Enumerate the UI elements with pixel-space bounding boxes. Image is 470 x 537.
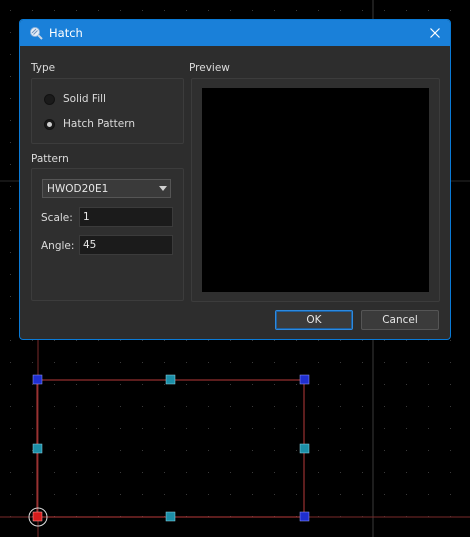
grip-mid-bottom[interactable] <box>165 511 176 522</box>
hatch-dialog: Hatch Type Solid Fill Hatch Pattern Patt… <box>19 19 451 340</box>
grip-mid-right[interactable] <box>299 443 310 454</box>
pattern-select[interactable]: HWOD20E1 <box>42 179 171 198</box>
dialog-title: Hatch <box>49 26 83 40</box>
radio-button[interactable] <box>44 93 55 105</box>
close-icon <box>430 28 440 38</box>
scale-input[interactable] <box>79 207 173 227</box>
grip-corner-bottom-left-hot[interactable] <box>32 511 43 522</box>
grip-mid-left[interactable] <box>32 443 43 454</box>
ok-button[interactable]: OK <box>275 310 353 330</box>
chevron-down-icon <box>156 179 170 198</box>
close-button[interactable] <box>420 20 450 46</box>
cancel-button[interactable]: Cancel <box>361 310 439 330</box>
pattern-section-label: Pattern <box>31 153 69 165</box>
pattern-select-value: HWOD20E1 <box>47 182 109 195</box>
radio-hatch-pattern-label: Hatch Pattern <box>63 118 135 130</box>
angle-label: Angle: <box>41 240 75 252</box>
radio-solid-fill[interactable]: Solid Fill <box>44 93 106 105</box>
grip-corner-bottom-right[interactable] <box>299 511 310 522</box>
title-bar[interactable]: Hatch <box>20 20 450 46</box>
grip-corner-top-left[interactable] <box>32 374 43 385</box>
radio-button-checked[interactable] <box>44 118 55 130</box>
radio-solid-fill-label: Solid Fill <box>63 93 106 105</box>
type-group: Solid Fill Hatch Pattern <box>31 78 184 144</box>
angle-input[interactable] <box>79 235 173 255</box>
type-section-label: Type <box>31 62 56 74</box>
radio-hatch-pattern[interactable]: Hatch Pattern <box>44 118 135 130</box>
hatch-magnifier-icon <box>30 27 43 40</box>
grip-corner-top-right[interactable] <box>299 374 310 385</box>
grip-mid-top[interactable] <box>165 374 176 385</box>
hatch-preview <box>202 88 429 292</box>
scale-label: Scale: <box>41 212 73 224</box>
preview-section-label: Preview <box>189 62 230 74</box>
